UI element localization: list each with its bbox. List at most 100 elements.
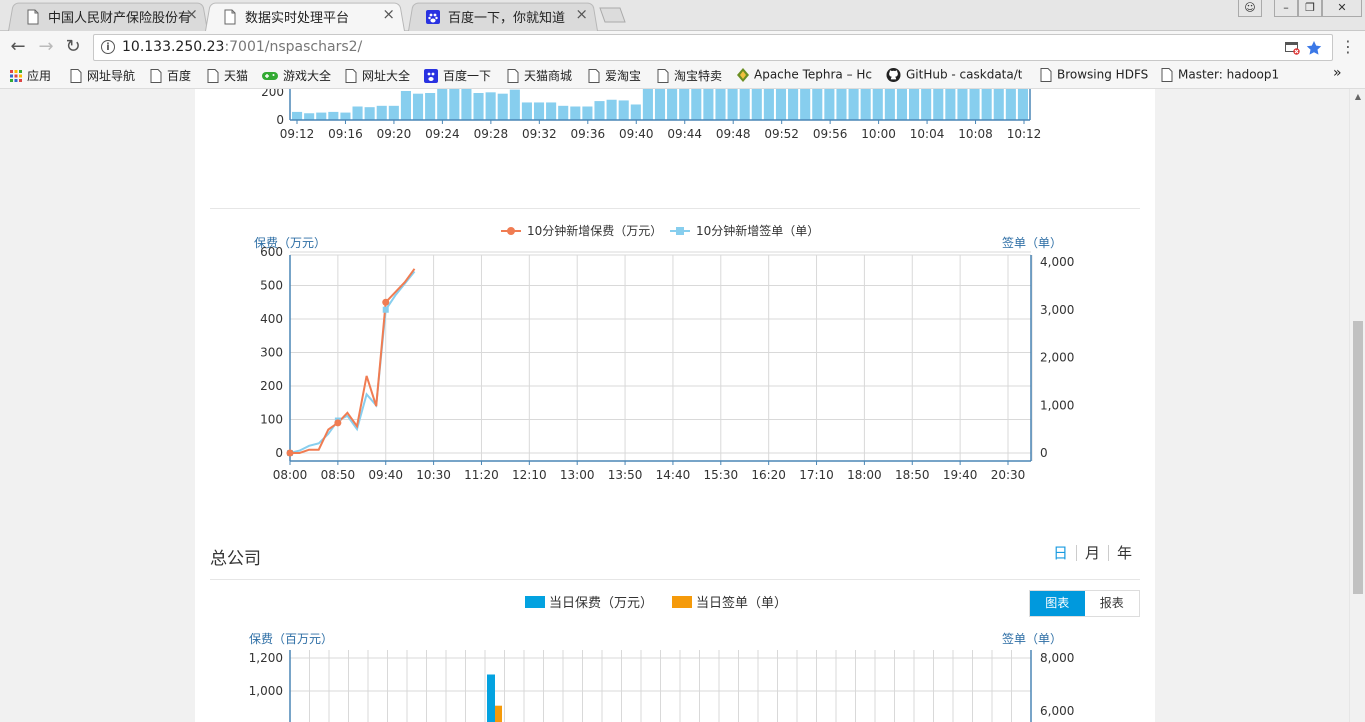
bar[interactable]: [400, 90, 411, 120]
bar[interactable]: [836, 89, 847, 120]
bar[interactable]: [473, 93, 484, 120]
bar[interactable]: [340, 112, 351, 120]
bar[interactable]: [328, 111, 339, 120]
legend-premium[interactable]: 10分钟新增保费（万元）: [527, 223, 662, 238]
bar[interactable]: [630, 104, 641, 120]
bar[interactable]: [425, 93, 436, 120]
series-line-premium[interactable]: [290, 268, 416, 454]
bookmark-item[interactable]: GitHub - caskdata/t: [886, 67, 1022, 85]
bar[interactable]: [981, 89, 992, 120]
bar[interactable]: [691, 89, 702, 120]
bookmark-item[interactable]: 淘宝特卖: [657, 67, 722, 85]
bar[interactable]: [654, 89, 666, 120]
tab-realtime-platform[interactable]: 数据实时处理平台 ×: [205, 1, 405, 32]
tab-picc[interactable]: 中国人民财产保险股份有 ×: [8, 1, 208, 32]
bar[interactable]: [909, 89, 920, 120]
scroll-thumb[interactable]: [1353, 321, 1363, 594]
user-icon[interactable]: ☺: [1238, 0, 1262, 17]
bar[interactable]: [993, 89, 1004, 120]
bar[interactable]: [703, 89, 714, 120]
bar[interactable]: [945, 89, 956, 120]
bookmark-item[interactable]: 网址大全: [345, 67, 410, 85]
restore-icon[interactable]: ❐: [1298, 0, 1322, 17]
back-icon[interactable]: ←: [8, 37, 28, 57]
close-icon[interactable]: ×: [575, 5, 588, 23]
bar[interactable]: [412, 93, 424, 120]
bookmark-item[interactable]: Browsing HDFS: [1040, 67, 1148, 85]
range-day[interactable]: 日: [1045, 545, 1076, 561]
bar[interactable]: [497, 93, 508, 120]
bar[interactable]: [933, 89, 944, 120]
bar[interactable]: [788, 89, 799, 120]
menu-icon[interactable]: ⋮: [1338, 37, 1358, 57]
bar[interactable]: [679, 89, 690, 120]
more-bookmarks-icon[interactable]: »: [1333, 65, 1342, 83]
bar[interactable]: [763, 89, 774, 120]
bar[interactable]: [509, 89, 520, 120]
bar-policies[interactable]: [495, 705, 502, 722]
close-icon[interactable]: ×: [185, 5, 198, 23]
bar[interactable]: [642, 89, 653, 120]
bar[interactable]: [812, 89, 823, 120]
bar[interactable]: [364, 107, 375, 120]
series-line-policies[interactable]: [289, 270, 416, 454]
bar[interactable]: [884, 89, 895, 120]
bar[interactable]: [715, 89, 726, 120]
bar[interactable]: [860, 89, 871, 120]
bar[interactable]: [739, 89, 750, 120]
data-point-premium[interactable]: [286, 449, 294, 457]
bookmark-item[interactable]: 天猫商城: [507, 67, 572, 85]
bar[interactable]: [751, 89, 762, 120]
bar[interactable]: [1005, 89, 1016, 120]
bar[interactable]: [618, 100, 629, 120]
close-window-icon[interactable]: ✕: [1322, 0, 1362, 17]
bar[interactable]: [582, 106, 593, 121]
close-icon[interactable]: ×: [382, 5, 395, 23]
bar[interactable]: [388, 105, 399, 120]
address-bar[interactable]: i 10.133.250.23:7001/nspaschars2/: [93, 34, 1333, 61]
bar[interactable]: [437, 89, 448, 120]
bookmark-star-icon[interactable]: [1306, 40, 1322, 56]
bar[interactable]: [775, 89, 787, 120]
bar[interactable]: [872, 89, 883, 120]
bar[interactable]: [352, 106, 363, 121]
bar[interactable]: [558, 105, 569, 120]
bar[interactable]: [957, 89, 968, 120]
bar[interactable]: [667, 89, 678, 120]
minimize-icon[interactable]: –: [1274, 0, 1298, 17]
bookmark-item[interactable]: 爱淘宝: [588, 67, 641, 85]
bookmark-item[interactable]: 天猫: [207, 67, 248, 85]
bookmark-item[interactable]: Master: hadoop1: [1161, 67, 1279, 85]
page-scrollbar[interactable]: ▲: [1349, 89, 1365, 722]
bar[interactable]: [304, 113, 315, 120]
range-year[interactable]: 年: [1107, 545, 1140, 561]
tab-baidu[interactable]: 百度一下，你就知道 ×: [408, 1, 598, 32]
legend-policies[interactable]: 10分钟新增签单（单）: [696, 223, 819, 238]
bar[interactable]: [570, 106, 581, 121]
bookmark-item[interactable]: Apache Tephra – Hc: [737, 67, 872, 85]
bar[interactable]: [594, 101, 605, 120]
bar[interactable]: [461, 89, 472, 120]
bookmark-item[interactable]: 百度: [150, 67, 191, 85]
data-point-policies[interactable]: [382, 306, 389, 313]
bar[interactable]: [485, 92, 496, 120]
bookmark-item[interactable]: 游戏大全: [262, 67, 331, 85]
bar[interactable]: [449, 89, 460, 120]
bar[interactable]: [921, 89, 932, 120]
legend-premium[interactable]: 当日保费（万元）: [549, 596, 653, 611]
reload-icon[interactable]: ↻: [63, 37, 83, 57]
bar[interactable]: [824, 89, 835, 120]
bar[interactable]: [316, 112, 327, 120]
bar[interactable]: [546, 102, 557, 120]
bar[interactable]: [800, 89, 811, 120]
bar[interactable]: [896, 89, 908, 120]
bar[interactable]: [848, 89, 859, 120]
forward-icon[interactable]: →: [36, 37, 56, 57]
bar[interactable]: [727, 89, 738, 120]
bar[interactable]: [521, 102, 532, 120]
bar[interactable]: [533, 102, 545, 120]
bar[interactable]: [969, 89, 980, 120]
bar[interactable]: [1017, 89, 1028, 120]
info-icon[interactable]: i: [101, 40, 115, 54]
data-point-premium[interactable]: [334, 419, 342, 427]
